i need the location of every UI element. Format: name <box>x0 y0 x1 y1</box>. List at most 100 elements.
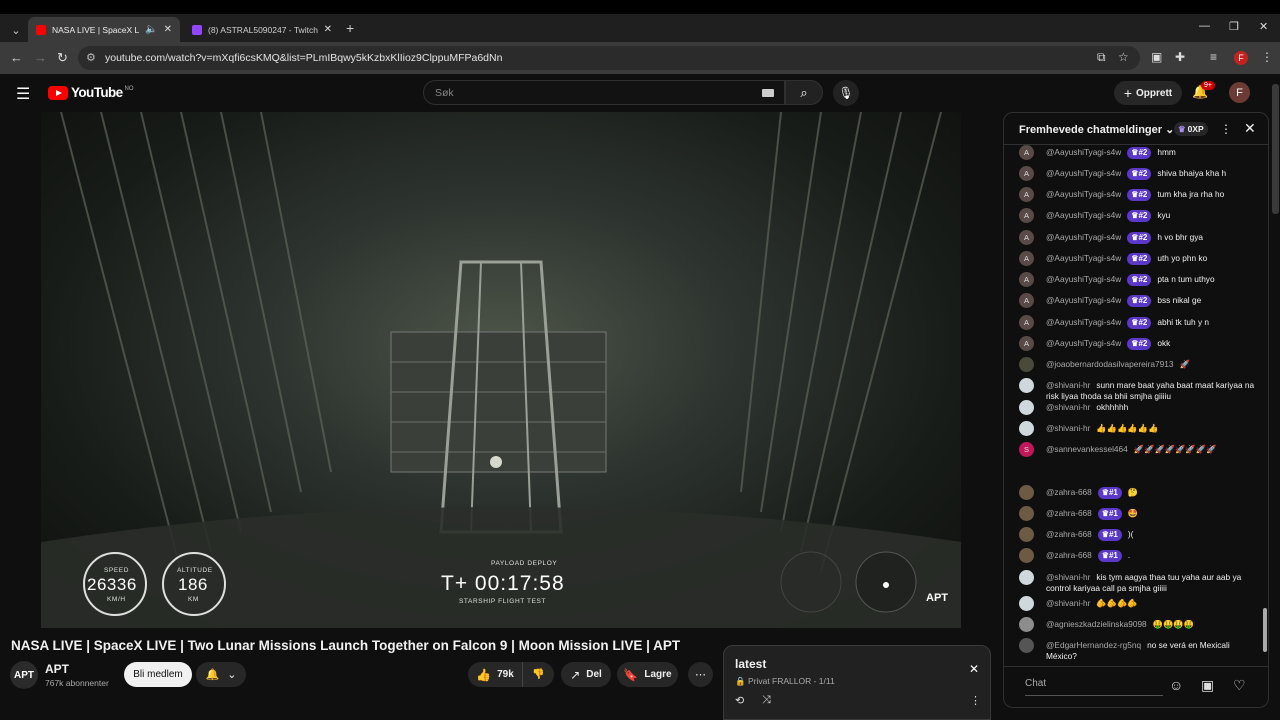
chat-avatar[interactable] <box>1019 527 1034 542</box>
search-button[interactable]: ⌕ <box>785 80 823 105</box>
chat-author[interactable]: @shivani-hr <box>1046 572 1090 582</box>
chat-author[interactable]: @AayushiTyagi-s4w <box>1046 168 1121 178</box>
media-control-icon[interactable]: ≡ <box>1210 50 1217 64</box>
chat-author[interactable]: @shivani-hr <box>1046 402 1090 412</box>
voice-search-button[interactable]: 🎙 <box>833 80 859 106</box>
site-info-icon[interactable]: ⚙ <box>86 51 96 64</box>
minimize-icon[interactable]: — <box>1199 20 1210 32</box>
maximize-icon[interactable]: ❐ <box>1229 20 1239 33</box>
chat-avatar[interactable]: A <box>1019 145 1034 160</box>
chat-avatar[interactable] <box>1019 421 1034 436</box>
chat-author[interactable]: @joaobernardodasilvapereira7913 <box>1046 359 1173 369</box>
notifications-button[interactable]: 🔔 9+ <box>1192 81 1215 100</box>
heart-icon[interactable]: ♡ <box>1233 677 1246 694</box>
chat-scrollbar[interactable] <box>1263 608 1267 652</box>
shuffle-icon[interactable]: ⤨ <box>762 694 771 707</box>
chat-avatar[interactable] <box>1019 506 1034 521</box>
chat-author[interactable]: @shivani-hr <box>1046 598 1090 608</box>
chat-avatar[interactable] <box>1019 357 1034 372</box>
playlist-menu-icon[interactable]: ⋮ <box>970 694 981 707</box>
more-actions-button[interactable]: ⋯ <box>688 662 713 687</box>
chat-menu-icon[interactable]: ⋮ <box>1220 122 1232 136</box>
new-tab-button[interactable]: + <box>346 20 354 36</box>
chat-author[interactable]: @AayushiTyagi-s4w <box>1046 253 1121 263</box>
url-bar[interactable]: ⚙ youtube.com/watch?v=mXqfi6csKMQ&list=P… <box>78 46 1140 70</box>
join-button[interactable]: Bli medlem <box>124 662 192 687</box>
forward-icon[interactable]: → <box>34 50 47 65</box>
close-tab-icon[interactable]: ✕ <box>324 24 332 35</box>
channel-name[interactable]: APT <box>45 662 69 676</box>
chat-avatar[interactable] <box>1019 596 1034 611</box>
chat-avatar[interactable]: S <box>1019 442 1034 457</box>
chat-avatar[interactable]: A <box>1019 187 1034 202</box>
bookmark-star-icon[interactable]: ☆ <box>1118 50 1129 64</box>
page-scrollbar[interactable] <box>1272 84 1279 214</box>
back-icon[interactable]: ← <box>10 50 23 65</box>
loop-icon[interactable]: ⟲ <box>735 694 744 707</box>
chat-avatar[interactable] <box>1019 548 1034 563</box>
chat-author[interactable]: @agnieszkadzielinska9098 <box>1046 619 1147 629</box>
chat-author[interactable]: @AayushiTyagi-s4w <box>1046 338 1121 348</box>
chat-author[interactable]: @EdgarHernandez-rg5nq <box>1046 640 1141 650</box>
browser-profile-avatar[interactable]: F <box>1234 51 1248 65</box>
chat-avatar[interactable] <box>1019 570 1034 585</box>
video-player[interactable]: SPEED 26336 KM/H ALTITUDE 186 KM PAYLOAD… <box>41 112 961 628</box>
chat-author[interactable]: @AayushiTyagi-s4w <box>1046 295 1121 305</box>
chat-author[interactable]: @AayushiTyagi-s4w <box>1046 274 1121 284</box>
chat-author[interactable]: @zahra-668 <box>1046 529 1092 539</box>
chat-author[interactable]: @shivani-hr <box>1046 380 1090 390</box>
chat-author[interactable]: @sannevankessel464 <box>1046 444 1128 454</box>
browser-menu-icon[interactable]: ⋮ <box>1261 50 1273 64</box>
dislike-button[interactable]: 👎 <box>522 662 554 687</box>
chat-avatar[interactable] <box>1019 400 1034 415</box>
xp-badge[interactable]: ♛ 0XP <box>1174 122 1208 136</box>
chat-avatar[interactable] <box>1019 378 1034 393</box>
reload-icon[interactable]: ↻ <box>57 50 68 66</box>
chat-author[interactable]: @zahra-668 <box>1046 508 1092 518</box>
chat-author[interactable]: @zahra-668 <box>1046 487 1092 497</box>
create-button[interactable]: + Opprett <box>1114 81 1182 105</box>
extensions-puzzle-icon[interactable]: ✚ <box>1175 50 1185 64</box>
chat-author[interactable]: @zahra-668 <box>1046 550 1092 560</box>
install-app-icon[interactable]: ⧉ <box>1097 50 1106 65</box>
chat-avatar[interactable]: A <box>1019 230 1034 245</box>
hamburger-menu-icon[interactable]: ☰ <box>16 84 30 104</box>
chat-input[interactable]: Chat <box>1025 678 1163 696</box>
tab-youtube[interactable]: NASA LIVE | SpaceX LIVE | Tw 🔈 ✕ <box>28 17 180 42</box>
super-chat-icon[interactable]: ▣ <box>1201 677 1214 694</box>
chat-author[interactable]: @AayushiTyagi-s4w <box>1046 147 1121 157</box>
chat-avatar[interactable] <box>1019 485 1034 500</box>
channel-watermark[interactable]: APT <box>926 592 948 604</box>
speaker-icon[interactable]: 🔈 <box>145 24 157 35</box>
keyboard-icon[interactable] <box>762 89 774 97</box>
emoji-icon[interactable]: ☺ <box>1169 677 1183 693</box>
like-button[interactable]: 👍 79k <box>468 662 522 687</box>
youtube-logo[interactable]: YouTube NO <box>48 85 134 100</box>
close-playlist-icon[interactable]: ✕ <box>969 662 979 676</box>
playlist-title[interactable]: latest <box>735 657 766 671</box>
close-window-icon[interactable]: ✕ <box>1259 20 1268 33</box>
extension-icon[interactable]: ▣ <box>1151 50 1162 64</box>
chat-avatar[interactable]: A <box>1019 315 1034 330</box>
close-chat-icon[interactable]: ✕ <box>1244 120 1256 137</box>
save-button[interactable]: 🔖 Lagre <box>617 662 678 687</box>
share-button[interactable]: ↗ Del <box>561 662 611 687</box>
chat-avatar[interactable]: A <box>1019 336 1034 351</box>
chat-avatar[interactable]: A <box>1019 208 1034 223</box>
chat-author[interactable]: @AayushiTyagi-s4w <box>1046 210 1121 220</box>
subscription-bell-button[interactable]: 🔔 ⌄ <box>196 662 246 687</box>
account-avatar[interactable]: F <box>1229 82 1250 103</box>
close-tab-icon[interactable]: ✕ <box>164 24 172 35</box>
chat-avatar[interactable] <box>1019 638 1034 653</box>
search-input[interactable]: Søk <box>423 80 785 105</box>
chat-author[interactable]: @AayushiTyagi-s4w <box>1046 232 1121 242</box>
chat-author[interactable]: @AayushiTyagi-s4w <box>1046 317 1121 327</box>
chat-author[interactable]: @shivani-hr <box>1046 423 1090 433</box>
tab-search-button[interactable]: ⌄ <box>4 19 28 41</box>
chat-avatar[interactable]: A <box>1019 293 1034 308</box>
chat-author[interactable]: @AayushiTyagi-s4w <box>1046 189 1121 199</box>
chat-mode-dropdown[interactable]: Fremhevede chatmeldinger ⌄ <box>1019 123 1174 136</box>
chat-avatar[interactable] <box>1019 617 1034 632</box>
chat-avatar[interactable]: A <box>1019 166 1034 181</box>
channel-avatar[interactable]: APT <box>10 661 38 689</box>
